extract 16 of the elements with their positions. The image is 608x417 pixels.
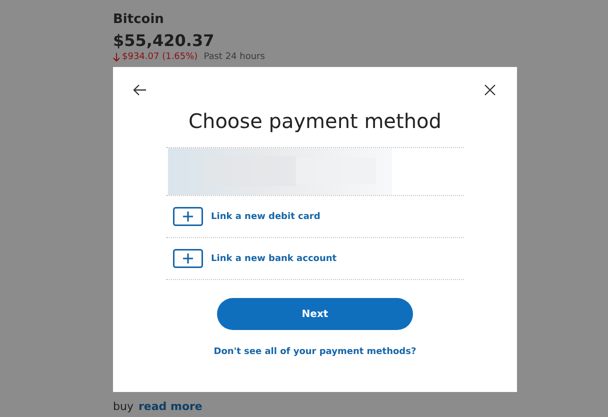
payment-methods-help-link[interactable]: Don't see all of your payment methods? [214, 347, 416, 357]
price-change: $934.07 (1.65%) [122, 52, 198, 62]
plus-icon [173, 249, 203, 268]
back-arrow-icon[interactable] [133, 83, 147, 97]
down-arrow-icon [113, 52, 120, 62]
close-icon[interactable] [483, 83, 497, 97]
read-more-link[interactable]: read more [138, 400, 202, 413]
link-option[interactable]: Link a new debit card [166, 196, 464, 238]
price: $55,420.37 [113, 31, 216, 50]
asset-name: Bitcoin [113, 12, 165, 27]
next-button[interactable]: Next [217, 298, 413, 330]
description-text: buy [113, 400, 134, 413]
period-label: Past 24 hours [204, 52, 265, 62]
link-option[interactable]: Link a new bank account [166, 238, 464, 280]
plus-icon [173, 207, 203, 226]
dialog-title: Choose payment method [188, 109, 442, 133]
